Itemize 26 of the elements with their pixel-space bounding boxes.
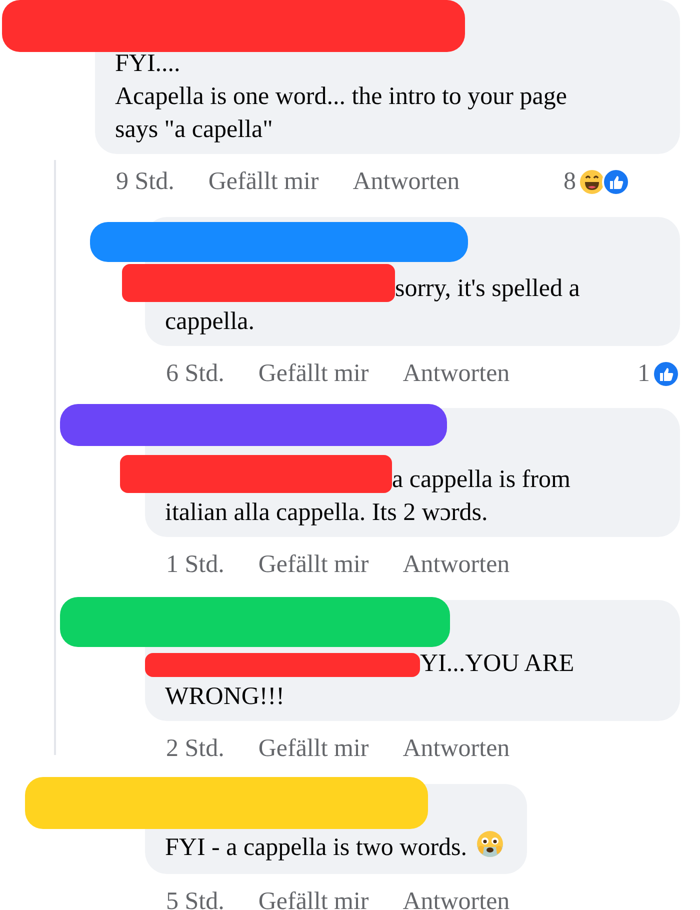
comment-text: FYI - a cappella is two words.: [165, 829, 506, 864]
comment-time: 6 Std.: [166, 359, 224, 390]
comment-time: 2 Std.: [166, 734, 224, 764]
comment-text: YI...YOU ARE WRONG!!!: [165, 647, 625, 713]
like-link[interactable]: Gefällt mir: [258, 546, 369, 584]
comment-text: a cappella is from italian alla cappella. Its 2 wɔrds.: [165, 455, 625, 529]
reply-link[interactable]: Antworten: [402, 546, 510, 584]
like-link[interactable]: Gefällt mir: [258, 883, 369, 910]
reaction-count: 8: [564, 167, 576, 198]
comment-text: sorry, it's spelled a cappella.: [165, 264, 625, 338]
reply-link[interactable]: Antworten: [402, 883, 510, 910]
comment-time: 9 Std.: [116, 167, 174, 198]
laughing-face-icon: [578, 168, 606, 196]
reply-link[interactable]: Antworten: [402, 730, 510, 768]
thumbs-up-icon: [652, 360, 680, 388]
like-link[interactable]: Gefällt mir: [208, 163, 319, 201]
comment-time: 1 Std.: [166, 550, 224, 580]
reply-link[interactable]: Antworten: [352, 163, 460, 201]
crying-face-icon: [475, 829, 506, 859]
like-link[interactable]: Gefällt mir: [258, 355, 369, 393]
thumbs-up-icon: [602, 168, 630, 196]
reply-link[interactable]: Antworten: [402, 355, 510, 393]
comment-text: FYI.... Acapella is one word... the intro to your page says "a capella": [115, 49, 568, 145]
comment-time: 5 Std.: [166, 887, 224, 910]
like-link[interactable]: Gefällt mir: [258, 730, 369, 768]
reaction-count: 1: [638, 359, 650, 390]
